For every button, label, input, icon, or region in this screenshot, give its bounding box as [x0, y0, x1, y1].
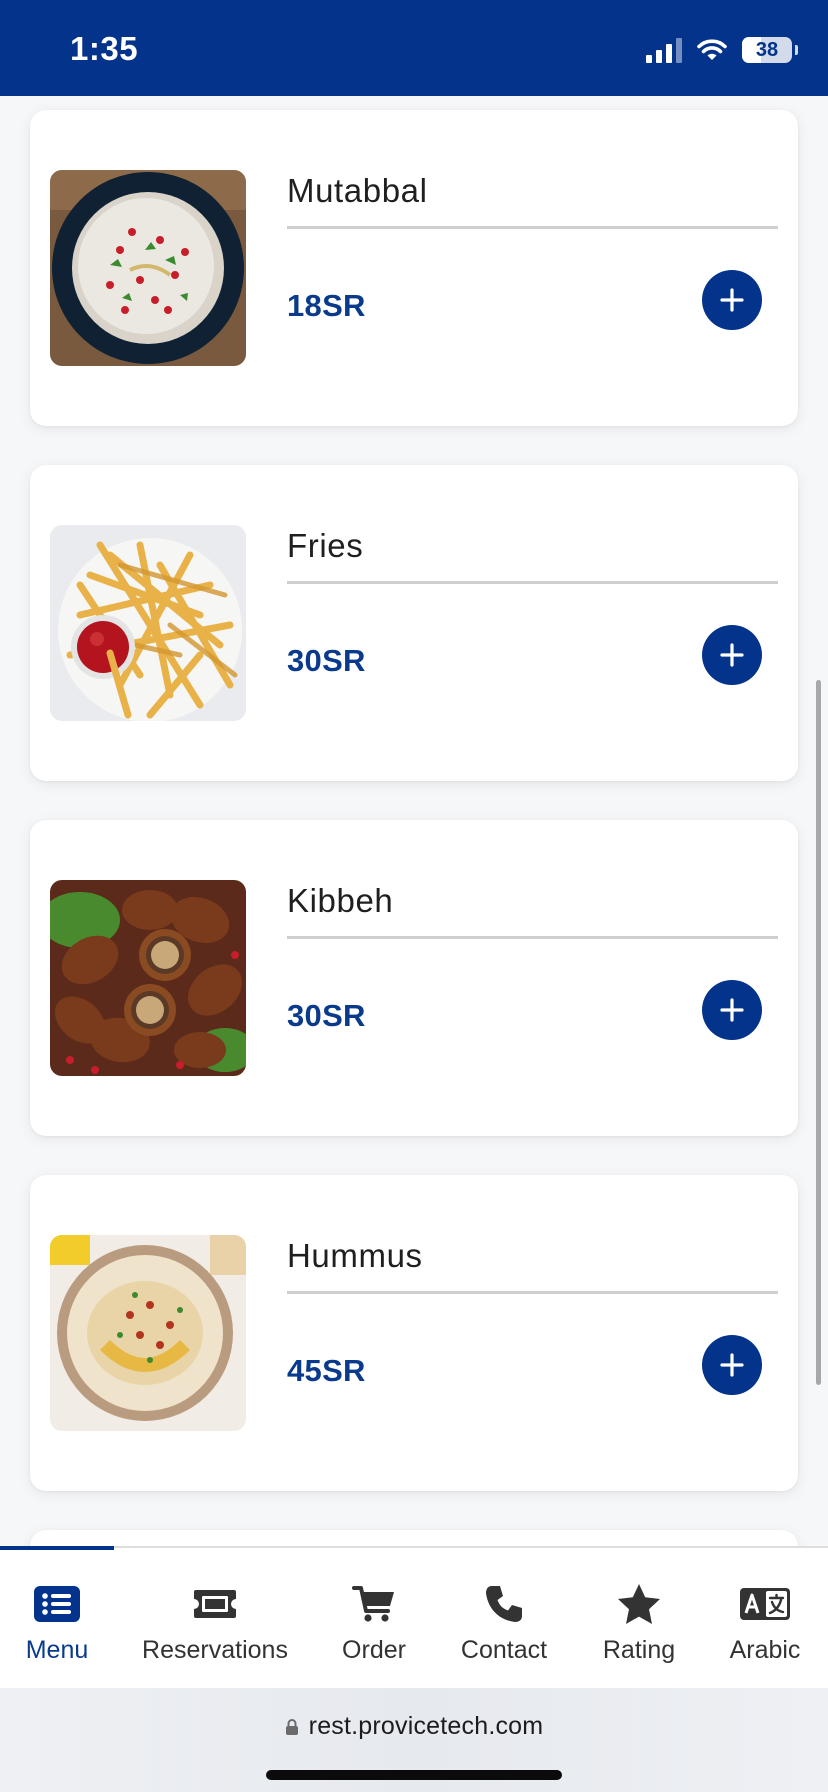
bottom-nav: Menu Reservations Order Contact Rating A…: [0, 1546, 828, 1688]
cart-icon: [352, 1586, 394, 1622]
nav-item-contact[interactable]: Contact: [446, 1548, 562, 1688]
item-name: Hummus: [287, 1237, 423, 1274]
item-name: Fries: [287, 527, 364, 564]
nav-label: Reservations: [142, 1636, 288, 1664]
item-price: 18SR: [287, 288, 366, 323]
language-icon: [740, 1588, 790, 1620]
status-time: 1:35: [70, 30, 139, 67]
menu-list[interactable]: Mutabbal 18SR Fries 30SR Kibbeh 30SR Hum…: [0, 96, 828, 1546]
divider: [287, 581, 778, 584]
cellular-signal-icon: [646, 37, 682, 63]
nav-item-menu[interactable]: Menu: [4, 1548, 110, 1688]
add-to-cart-button[interactable]: [702, 625, 762, 685]
lock-icon: [285, 1718, 299, 1736]
nav-label: Arabic: [729, 1636, 801, 1664]
scrollbar[interactable]: [816, 680, 821, 1385]
kibbeh-photo: [50, 880, 246, 1076]
hummus-photo: [50, 1235, 246, 1431]
divider: [287, 226, 778, 229]
status-bar: 1:35 38: [0, 0, 828, 96]
list-icon: [34, 1586, 80, 1622]
home-indicator[interactable]: [266, 1770, 562, 1780]
menu-item-card[interactable]: Kibbeh 30SR: [30, 820, 798, 1136]
star-icon: [618, 1584, 660, 1624]
nav-item-arabic[interactable]: Arabic: [722, 1548, 808, 1688]
item-name: Kibbeh: [287, 882, 394, 919]
nav-item-rating[interactable]: Rating: [594, 1548, 684, 1688]
menu-item-card[interactable]: Mutabbal 18SR: [30, 110, 798, 426]
divider: [287, 1291, 778, 1294]
item-price: 30SR: [287, 643, 366, 678]
add-to-cart-button[interactable]: [702, 980, 762, 1040]
nav-item-reservations[interactable]: Reservations: [134, 1548, 296, 1688]
nav-label: Menu: [25, 1636, 89, 1664]
phone-icon: [486, 1586, 522, 1622]
nav-label: Order: [342, 1636, 406, 1664]
ticket-icon: [194, 1590, 236, 1618]
wifi-icon: [697, 39, 727, 60]
plus-icon: [720, 998, 744, 1022]
menu-item-card[interactable]: [30, 1530, 798, 1546]
nav-label: Contact: [460, 1636, 548, 1664]
menu-item-card[interactable]: Hummus 45SR: [30, 1175, 798, 1491]
fries-photo: [50, 525, 246, 721]
plus-icon: [720, 1353, 744, 1377]
item-price: 45SR: [287, 1353, 366, 1388]
item-name: Mutabbal: [287, 172, 428, 209]
url-text[interactable]: rest.provicetech.com: [309, 1712, 544, 1741]
add-to-cart-button[interactable]: [702, 270, 762, 330]
nav-item-order[interactable]: Order: [330, 1548, 418, 1688]
menu-item-card[interactable]: Fries 30SR: [30, 465, 798, 781]
battery-level: 38: [755, 38, 779, 61]
nav-label: Rating: [602, 1636, 676, 1664]
mutabbal-photo: [50, 170, 246, 366]
status-icons: 38: [646, 33, 798, 67]
browser-address-bar[interactable]: rest.provicetech.com: [0, 1688, 828, 1792]
plus-icon: [720, 643, 744, 667]
plus-icon: [720, 288, 744, 312]
item-price: 30SR: [287, 998, 366, 1033]
divider: [287, 936, 778, 939]
battery-icon: 38: [742, 37, 798, 63]
add-to-cart-button[interactable]: [702, 1335, 762, 1395]
